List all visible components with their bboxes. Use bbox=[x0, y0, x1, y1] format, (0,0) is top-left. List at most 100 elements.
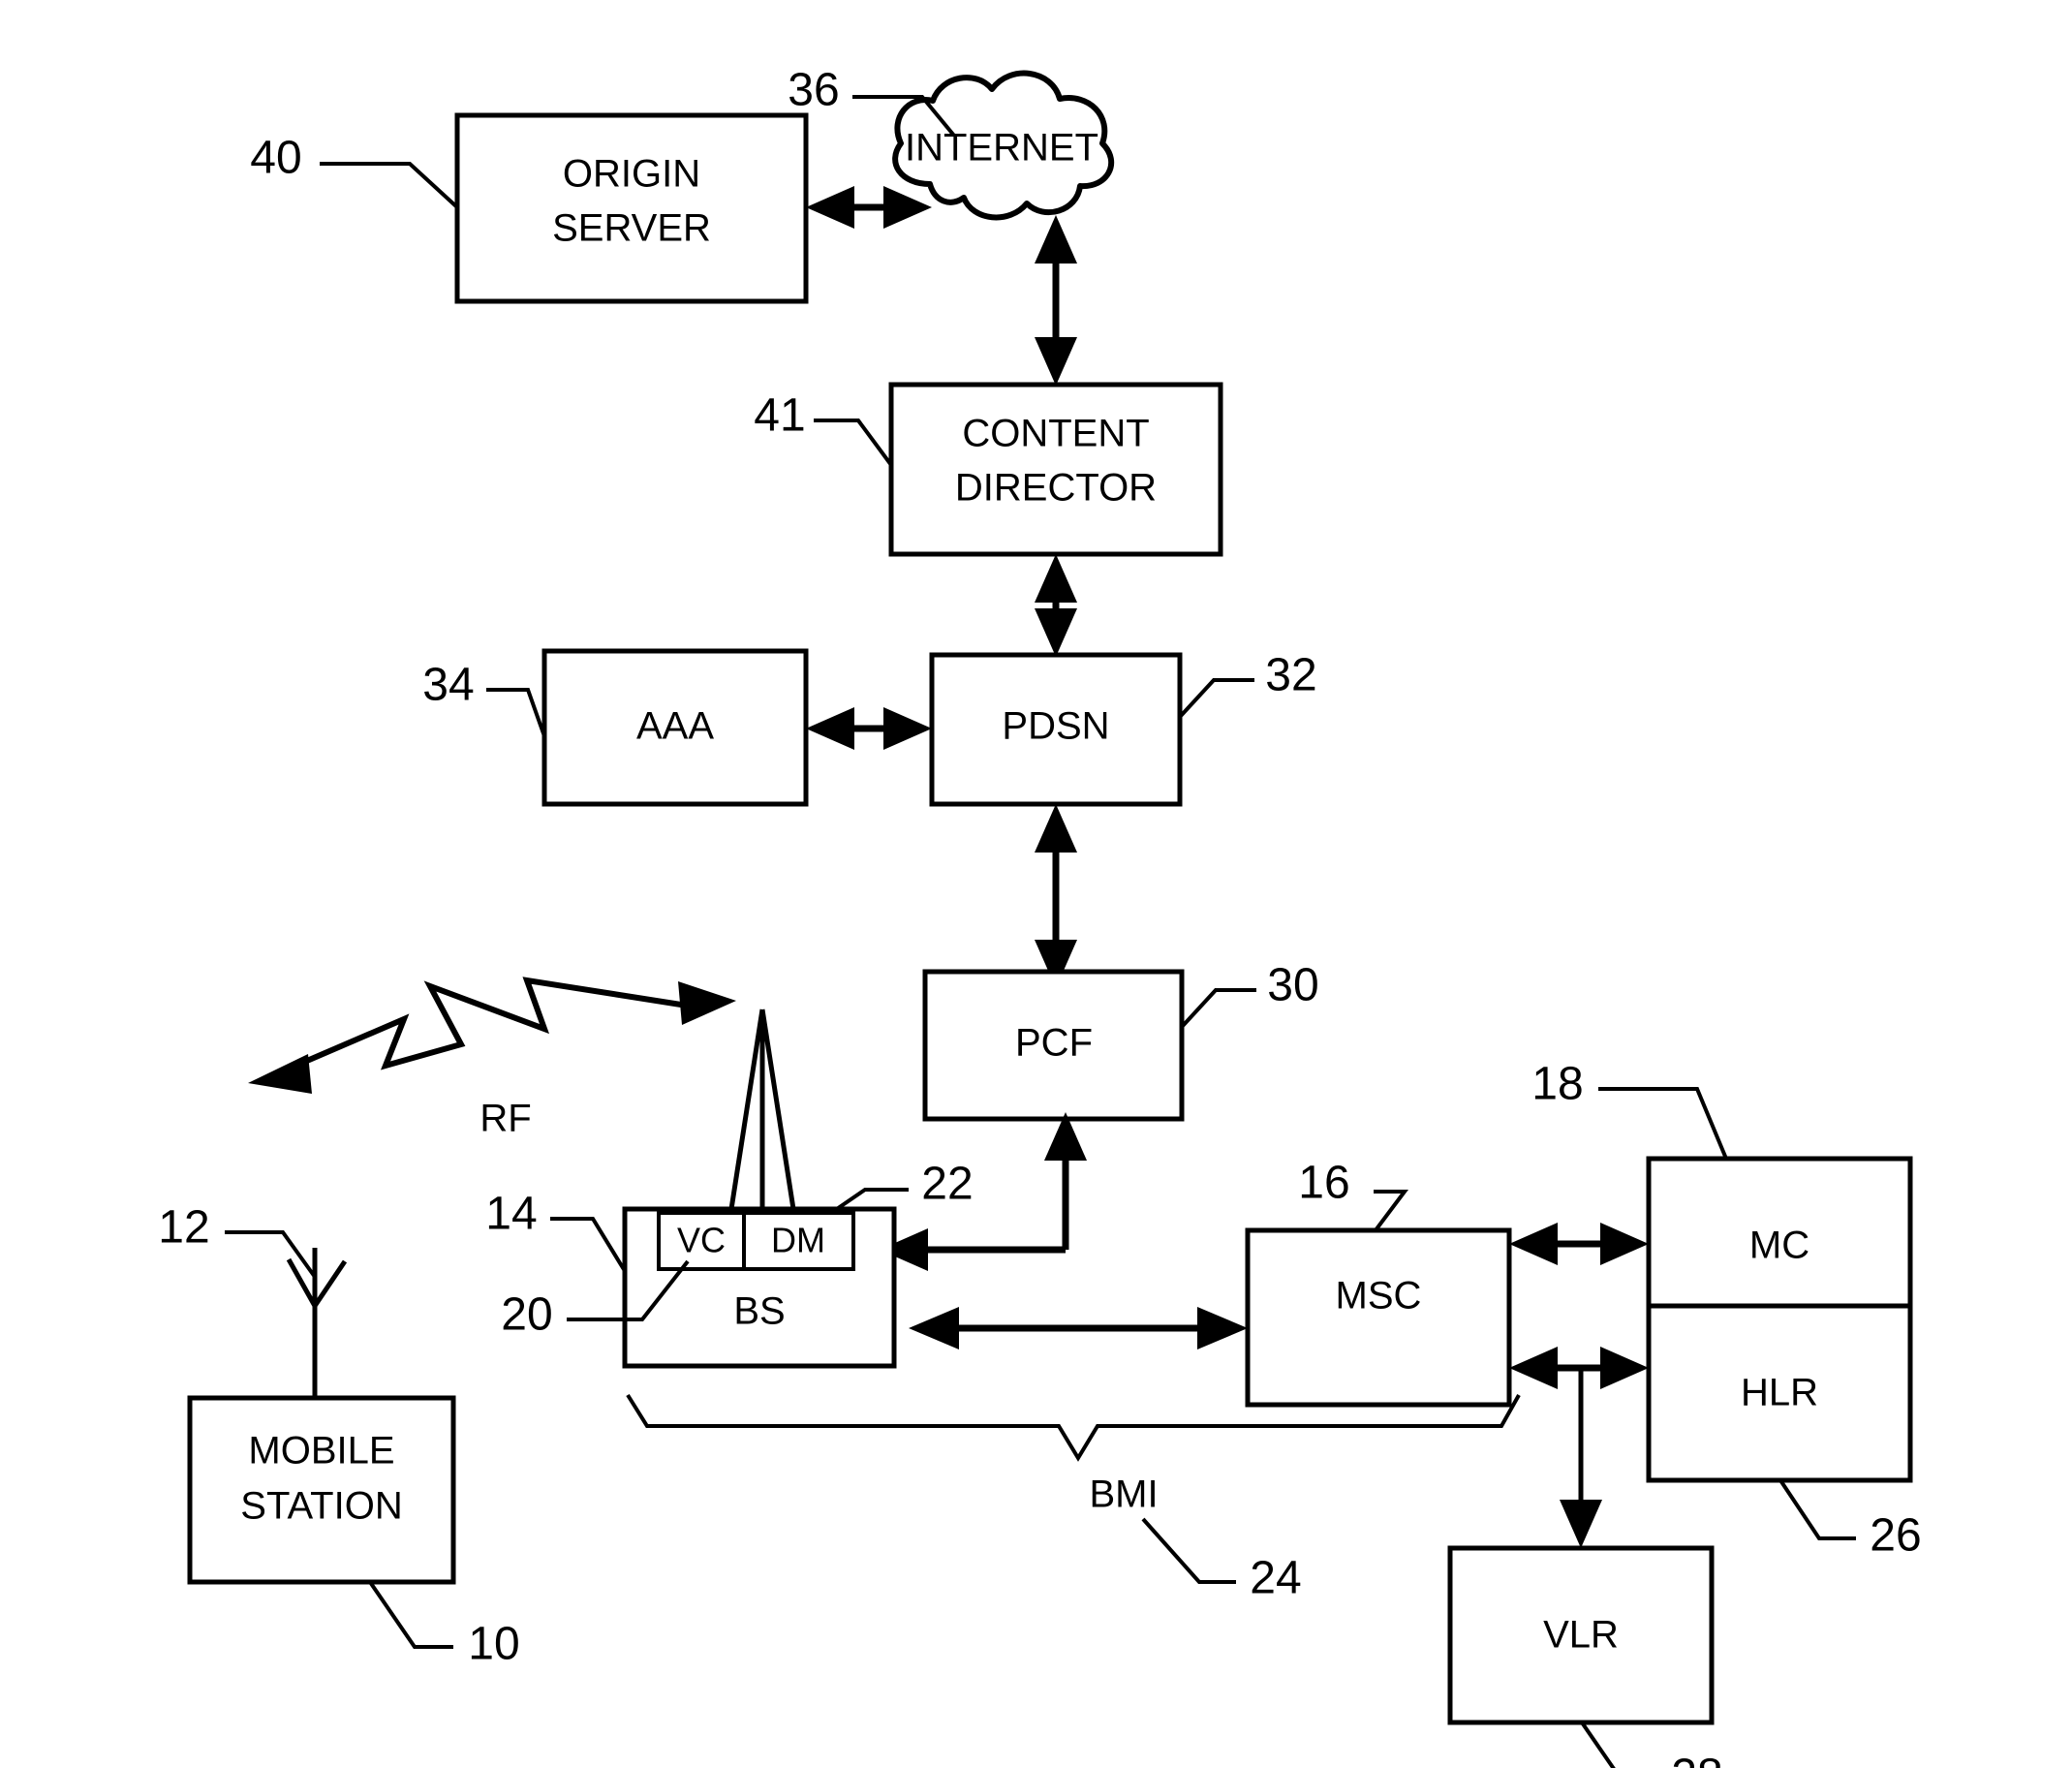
link-msc-mc bbox=[1509, 1223, 1649, 1265]
node-content-director: CONTENT DIRECTOR bbox=[888, 382, 1223, 557]
arrowhead-rf-right bbox=[678, 981, 736, 1025]
ref-number-26: 26 bbox=[1870, 1510, 1921, 1562]
leader-line-10 bbox=[368, 1580, 453, 1649]
ref-number-32: 32 bbox=[1265, 650, 1316, 701]
link-internet-content-director bbox=[1035, 215, 1077, 386]
ref-number-10: 10 bbox=[468, 1619, 519, 1670]
ref-number-41: 41 bbox=[754, 390, 805, 442]
arrowhead-left-aaa bbox=[806, 707, 854, 750]
link-bs-msc bbox=[909, 1307, 1248, 1349]
link-content-director-pdsn bbox=[1035, 554, 1077, 657]
node-pdsn: PDSN bbox=[929, 652, 1183, 807]
link-origin-internet bbox=[806, 186, 932, 229]
dm-label: DM bbox=[771, 1221, 825, 1260]
leader-line-28 bbox=[1580, 1721, 1616, 1768]
ref-callout-10: 10 bbox=[368, 1580, 520, 1670]
ref-number-34: 34 bbox=[422, 660, 474, 711]
ref-number-22: 22 bbox=[921, 1159, 973, 1210]
arrowhead-right-pdsn bbox=[883, 707, 932, 750]
leader-line-18 bbox=[1598, 1087, 1728, 1160]
leader-line-14 bbox=[550, 1217, 627, 1273]
tower-left-leg bbox=[728, 1008, 765, 1210]
ref-number-36: 36 bbox=[788, 65, 839, 116]
origin-server-label-line2: SERVER bbox=[552, 207, 711, 250]
node-msc: MSC bbox=[1245, 1227, 1512, 1408]
ref-callout-28: 28 bbox=[1580, 1721, 1723, 1768]
ref-number-40: 40 bbox=[250, 133, 301, 184]
link-bmi-brace: BMI bbox=[626, 1393, 1521, 1516]
ref-callout-22: 22 bbox=[829, 1159, 974, 1215]
ref-callout-32: 32 bbox=[1178, 650, 1317, 719]
ref-callout-40: 40 bbox=[250, 133, 459, 209]
leader-line-30 bbox=[1180, 988, 1256, 1029]
link-pdsn-pcf bbox=[1035, 804, 1077, 988]
arrowhead-left-origin bbox=[806, 186, 854, 229]
ref-number-14: 14 bbox=[485, 1189, 537, 1240]
ref-number-12: 12 bbox=[158, 1202, 209, 1254]
ref-callout-16: 16 bbox=[1298, 1158, 1408, 1232]
ref-callout-26: 26 bbox=[1778, 1478, 1922, 1562]
content-director-label-line2: DIRECTOR bbox=[955, 467, 1157, 510]
arrowhead-up-internet bbox=[1035, 215, 1077, 264]
arrowhead-up-content-director bbox=[1035, 554, 1077, 603]
leader-line-12 bbox=[225, 1230, 317, 1279]
leader-line-32 bbox=[1178, 678, 1254, 719]
hlr-label: HLR bbox=[1741, 1372, 1818, 1414]
node-vlr: VLR bbox=[1447, 1545, 1715, 1725]
ref-number-20: 20 bbox=[501, 1289, 552, 1341]
node-mobile-station: MOBILE STATION bbox=[187, 1395, 456, 1585]
leader-line-41 bbox=[814, 419, 893, 467]
origin-server-label-line1: ORIGIN bbox=[563, 153, 700, 196]
rf-zigzag-path bbox=[278, 977, 700, 1075]
bs-label: BS bbox=[733, 1290, 785, 1333]
bmi-label: BMI bbox=[1089, 1473, 1158, 1516]
ref-callout-34: 34 bbox=[422, 660, 546, 737]
link-aaa-pdsn bbox=[806, 707, 932, 750]
tower-right-leg bbox=[759, 1008, 796, 1210]
mc-label: MC bbox=[1749, 1225, 1809, 1267]
arrowhead-down-vlr bbox=[1560, 1500, 1602, 1548]
aaa-label: AAA bbox=[636, 705, 714, 748]
leader-line-40 bbox=[320, 162, 459, 209]
arrowhead-right-msc bbox=[1197, 1307, 1248, 1349]
mobile-station-antenna bbox=[286, 1248, 348, 1398]
ref-number-18: 18 bbox=[1531, 1059, 1583, 1110]
vc-label: VC bbox=[677, 1221, 726, 1260]
leader-line-34 bbox=[486, 688, 546, 737]
arrowhead-up-pdsn bbox=[1035, 804, 1077, 853]
arrowhead-left-msc-mc bbox=[1509, 1223, 1558, 1265]
vlr-label: VLR bbox=[1543, 1614, 1619, 1657]
node-origin-server: ORIGIN SERVER bbox=[454, 112, 809, 304]
leader-line-16 bbox=[1374, 1190, 1408, 1232]
node-pcf: PCF bbox=[922, 969, 1185, 1122]
node-internet-cloud: INTERNET bbox=[892, 70, 1115, 221]
ref-number-28: 28 bbox=[1671, 1751, 1722, 1768]
node-hlr: HLR bbox=[1646, 1303, 1913, 1483]
arrowhead-down-pdsn bbox=[1035, 608, 1077, 657]
content-director-label-line1: CONTENT bbox=[962, 413, 1149, 455]
leader-line-24 bbox=[1141, 1517, 1236, 1584]
arrowhead-right-mc bbox=[1600, 1223, 1649, 1265]
arrowhead-left-msc-hlr bbox=[1509, 1347, 1558, 1389]
arrowhead-down-content-director bbox=[1035, 337, 1077, 386]
arrowhead-left-bs-msc bbox=[909, 1307, 959, 1349]
rf-label: RF bbox=[479, 1098, 531, 1140]
mobile-station-label-line1: MOBILE bbox=[248, 1430, 394, 1473]
link-pcf-bs bbox=[880, 1112, 1087, 1271]
antenna-right-arm bbox=[312, 1259, 348, 1308]
mobile-station-label-line2: STATION bbox=[240, 1485, 402, 1528]
leader-line-26 bbox=[1778, 1478, 1856, 1540]
ref-callout-30: 30 bbox=[1180, 960, 1319, 1029]
arrowhead-rf-left bbox=[248, 1054, 312, 1094]
ref-callout-41: 41 bbox=[754, 390, 893, 467]
arrowhead-right-hlr bbox=[1600, 1347, 1649, 1389]
bs-antenna-tower bbox=[728, 1008, 796, 1210]
ref-number-24: 24 bbox=[1250, 1553, 1301, 1604]
msc-box bbox=[1245, 1227, 1512, 1408]
ref-callout-18: 18 bbox=[1531, 1059, 1728, 1160]
ref-number-30: 30 bbox=[1267, 960, 1318, 1011]
ref-callout-14: 14 bbox=[485, 1189, 627, 1273]
link-msc-vlr bbox=[1560, 1368, 1602, 1548]
internet-label: INTERNET bbox=[905, 127, 1098, 170]
ref-callout-24: 24 bbox=[1141, 1517, 1302, 1604]
